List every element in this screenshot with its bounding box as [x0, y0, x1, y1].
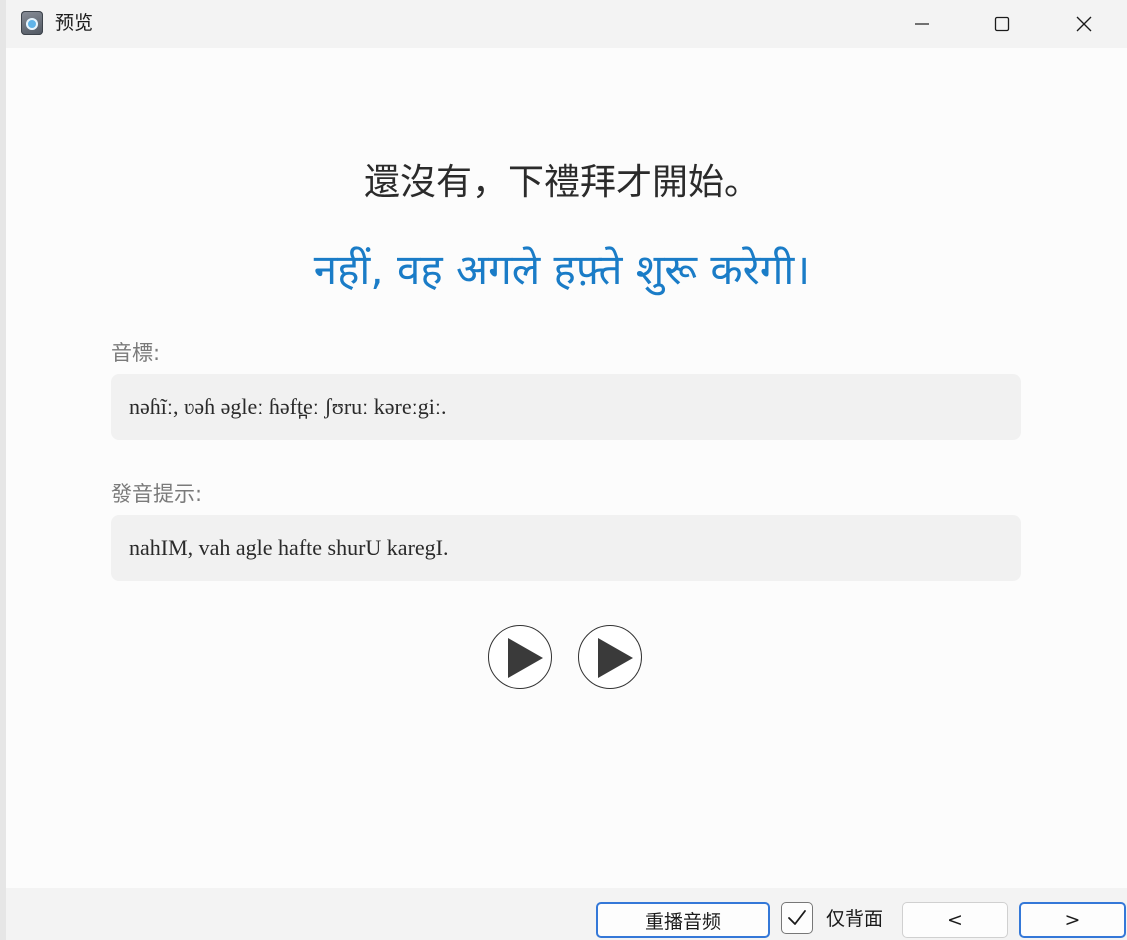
play-icon [598, 638, 633, 678]
pronunciation-hint-value: nahIM, vah agle hafte shurU karegI. [129, 535, 449, 560]
pronunciation-hint-box: nahIM, vah agle hafte shurU karegI. [111, 515, 1021, 581]
window-title: 预览 [55, 12, 94, 34]
ipa-box: nəɦĩː, ʋəɦ əgleː ɦəft̪eː ʃʊruː kəreːgiː. [111, 374, 1021, 440]
source-sentence: 還沒有，下禮拜才開始。 [363, 162, 760, 203]
previous-button[interactable]: < [902, 902, 1008, 938]
bottom-toolbar: 重播音频 仅背面 < > [6, 888, 1127, 940]
title-bar[interactable]: 预览 [6, 0, 1127, 48]
minimize-button[interactable] [882, 0, 962, 48]
app-icon [21, 11, 43, 35]
next-button[interactable]: > [1019, 902, 1126, 938]
close-icon [1076, 16, 1092, 32]
card-preview-content: 還沒有，下禮拜才開始。 नहीं, वह अगले हफ़्ते शुरू कर… [6, 48, 1127, 888]
maximize-button[interactable] [962, 0, 1042, 48]
minimize-icon [915, 23, 929, 25]
ipa-value: nəɦĩː, ʋəɦ əgleː ɦəft̪eː ʃʊruː kəreːgiː. [129, 394, 447, 419]
replay-audio-button[interactable]: 重播音频 [596, 902, 770, 938]
preview-window: 预览 還沒有，下禮拜才開始。 नहीं, वह अगले हफ़्ते शुरू… [0, 0, 1127, 940]
play-audio-button-2[interactable] [578, 625, 642, 689]
ipa-label: 音標: [111, 341, 161, 365]
back-only-label[interactable]: 仅背面 [826, 906, 883, 932]
back-only-checkbox[interactable] [781, 902, 813, 934]
target-sentence: नहीं, वह अगले हफ़्ते शुरू करेगी। [313, 245, 811, 294]
play-icon [508, 638, 543, 678]
checkmark-icon [788, 910, 806, 925]
pronunciation-hint-label: 發音提示: [111, 482, 203, 506]
close-button[interactable] [1044, 0, 1124, 48]
maximize-icon [994, 16, 1010, 32]
play-audio-button-1[interactable] [488, 625, 552, 689]
